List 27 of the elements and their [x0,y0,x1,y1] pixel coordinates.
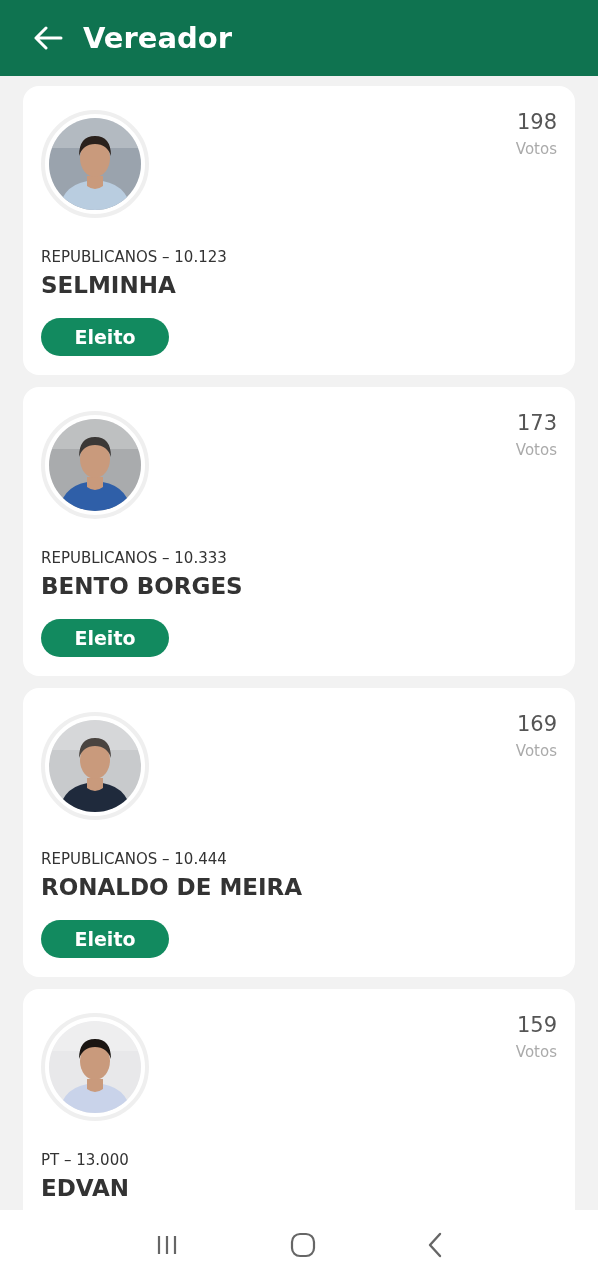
vote-count: 198 [516,110,557,134]
back-arrow-icon[interactable] [33,26,63,50]
candidate-card[interactable]: 173 Votos REPUBLICANOS – 10.333 BENTO BORGES Eleito [23,387,575,676]
votes-label: Votos [515,140,557,158]
vote-count: 159 [516,1013,557,1037]
candidate-name: RONALDO DE MEIRA [41,874,303,900]
votes-label: Votos [515,1043,557,1061]
candidate-card[interactable]: 159 Votos PT – 13.000 EDVAN [23,989,575,1210]
candidate-name: EDVAN [41,1175,130,1201]
votes-label: Votos [515,742,557,760]
votes-label: Votos [515,441,557,459]
elected-badge: Eleito [41,619,169,657]
candidate-card[interactable]: 169 Votos REPUBLICANOS – 10.444 RONALDO DE MEIRA Eleito [23,688,575,977]
elected-badge: Eleito [41,318,169,356]
party-number: REPUBLICANOS – 10.123 [41,248,227,266]
candidate-name: SELMINHA [41,272,176,298]
party-number: PT – 13.000 [41,1151,129,1169]
vote-count: 173 [516,411,557,435]
candidate-card[interactable]: 198 Votos REPUBLICANOS – 10.123 SELMINHA Eleito [23,86,575,375]
back-icon[interactable] [426,1232,443,1258]
elected-badge: Eleito [41,920,169,958]
candidate-name: BENTO BORGES [41,573,243,599]
page-title: Vereador [83,21,233,55]
party-number: REPUBLICANOS – 10.333 [41,549,227,567]
home-icon[interactable] [290,1232,316,1258]
vote-count: 169 [516,712,557,736]
party-number: REPUBLICANOS – 10.444 [41,850,227,868]
